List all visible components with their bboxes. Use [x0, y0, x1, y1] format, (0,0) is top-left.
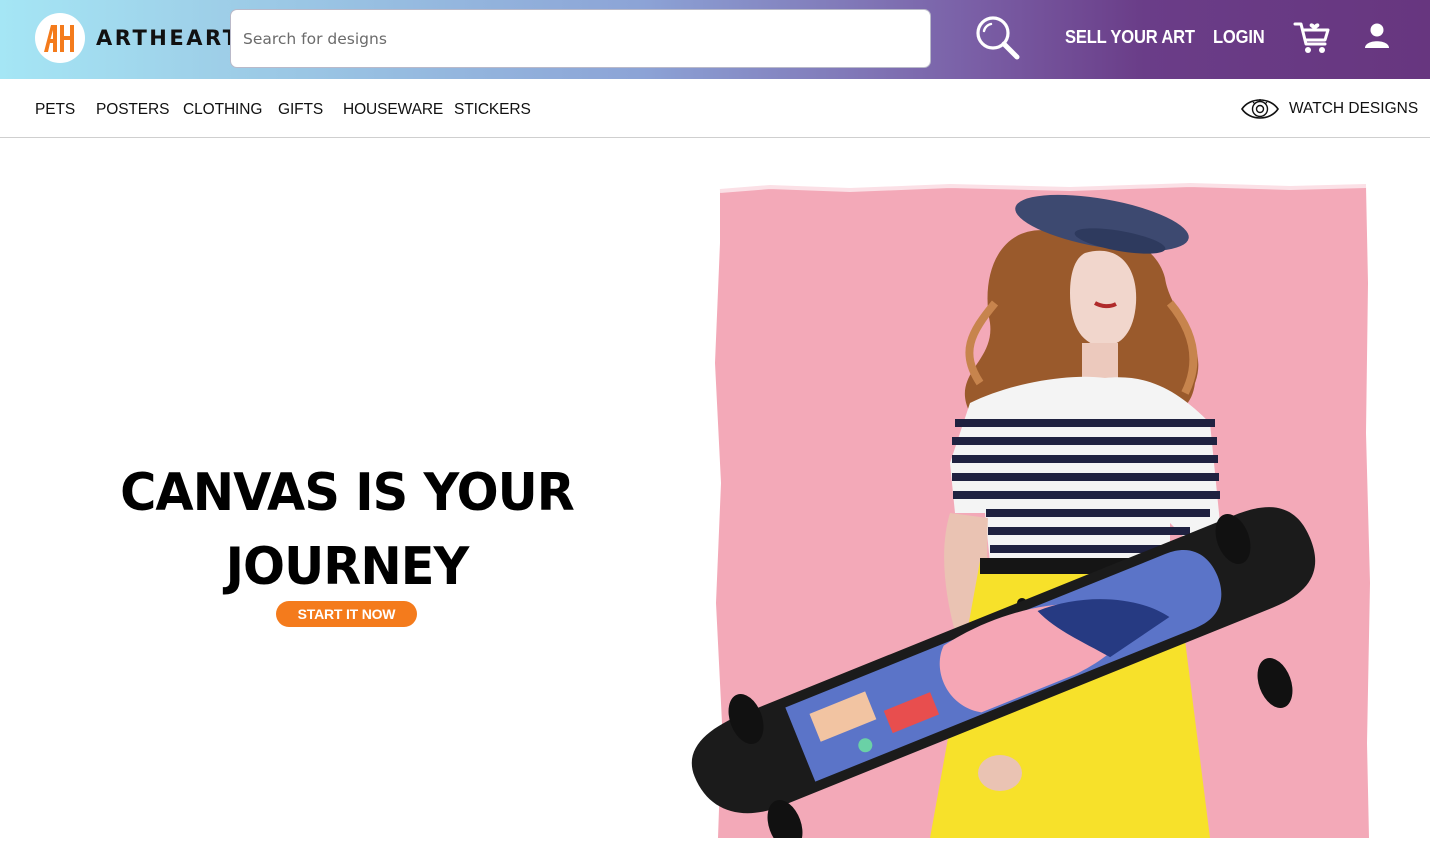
- search-input[interactable]: [230, 9, 931, 68]
- category-posters[interactable]: POSTERS: [96, 101, 169, 119]
- sell-your-art-link[interactable]: SELL YOUR ART: [1065, 27, 1195, 48]
- category-pets[interactable]: PETS: [35, 101, 75, 119]
- hero-title-line-1: CANVAS IS YOUR: [120, 463, 575, 523]
- search-button[interactable]: [970, 10, 1026, 66]
- category-houseware[interactable]: HOUSEWARE: [343, 101, 443, 119]
- watch-designs-link[interactable]: WATCH DESIGNS: [1240, 94, 1418, 124]
- cart-icon: [1293, 22, 1330, 53]
- logo-mark[interactable]: [35, 13, 85, 63]
- search-icon: [976, 16, 1020, 60]
- hero-title: CANVAS IS YOUR JOURNEY: [112, 456, 581, 604]
- logo-icon: [44, 25, 74, 52]
- start-it-now-button[interactable]: START IT NOW: [276, 601, 417, 627]
- top-header: ARTHEART SELL YOUR ART LOGIN: [0, 0, 1430, 79]
- category-clothing[interactable]: CLOTHING: [183, 101, 262, 119]
- category-gifts[interactable]: GIFTS: [278, 101, 323, 119]
- woman-with-skateboard-illustration: [691, 182, 1370, 843]
- login-link[interactable]: LOGIN: [1213, 27, 1265, 48]
- user-icon: [1365, 23, 1389, 48]
- hero-title-line-2: JOURNEY: [225, 537, 470, 597]
- eye-icon: [1241, 99, 1279, 119]
- watch-designs-label: WATCH DESIGNS: [1289, 100, 1419, 117]
- user-account-button[interactable]: [1360, 19, 1394, 53]
- logo-text[interactable]: ARTHEART: [96, 26, 240, 50]
- category-nav: PETS POSTERS CLOTHING GIFTS HOUSEWARE ST…: [0, 79, 1430, 138]
- cart-button[interactable]: [1292, 17, 1332, 57]
- category-stickers[interactable]: STICKERS: [454, 101, 531, 119]
- hero-image: [650, 182, 1372, 843]
